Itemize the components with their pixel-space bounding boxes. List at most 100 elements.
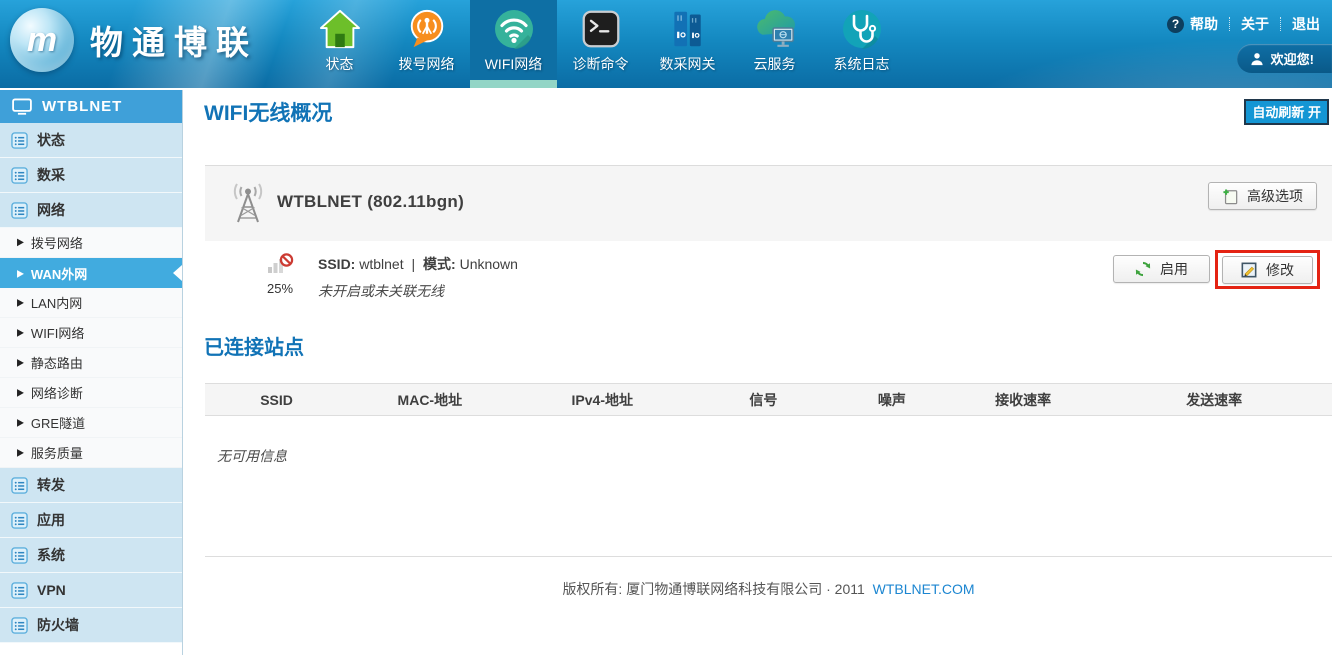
sidebar-item-label: LAN内网: [31, 293, 82, 312]
auto-refresh-toggle[interactable]: 自动刷新 开: [1244, 99, 1329, 125]
sidebar-item-network[interactable]: 网络: [0, 193, 182, 228]
column-header-ssid: SSID: [205, 392, 348, 408]
sidebar-item-label: WAN外网: [31, 264, 87, 283]
list-icon: [11, 132, 28, 149]
wifi-icon: [492, 5, 536, 52]
nav-tab-label: 云服务: [754, 54, 796, 74]
cloud-service-icon: [752, 5, 798, 52]
sidebar-item-lan[interactable]: ▶ LAN内网: [0, 288, 182, 318]
wifi-overview-panel: WTBLNET (802.11bgn) 高级选项: [205, 165, 1332, 241]
page-plus-icon: [1222, 188, 1238, 205]
stations-empty-message: 无可用信息: [217, 446, 287, 466]
sidebar-device-header: WTBLNET: [0, 90, 182, 123]
topbar-separator: [1280, 17, 1281, 31]
sidebar-item-label: 状态: [37, 130, 65, 150]
sidebar-item-label: 拨号网络: [31, 233, 83, 252]
user-icon: [1250, 52, 1264, 66]
caret-right-icon: ▶: [17, 386, 24, 398]
home-icon: [319, 5, 361, 52]
ssid-label: SSID:: [318, 256, 355, 272]
sidebar-item-forwarding[interactable]: 转发: [0, 468, 182, 503]
ssid-info-line: SSID: wtblnet | 模式: Unknown: [318, 254, 518, 274]
sidebar: WTBLNET 状态 数采 网络 ▶ 拨号网络 ▶ WAN外网 ▶ LAN内网 …: [0, 90, 183, 655]
list-icon: [11, 167, 28, 184]
main-nav: 状态 拨号网络 WIFI网络 诊断命令 数采网关: [296, 0, 905, 88]
wifi-radio-row: 25% SSID: wtblnet | 模式: Unknown 未开启或未关联无…: [205, 250, 1332, 310]
sidebar-item-wifi-network[interactable]: ▶ WIFI网络: [0, 318, 182, 348]
brand-name: 物通博联: [90, 16, 258, 64]
caret-right-icon: ▶: [17, 356, 24, 368]
brand-logo-icon: m: [10, 8, 74, 72]
advanced-options-button[interactable]: 高级选项: [1208, 182, 1317, 210]
brand-logo: m 物通博联: [10, 8, 258, 72]
caret-right-icon: ▶: [17, 296, 24, 308]
sidebar-item-label: 网络: [37, 200, 65, 220]
app-header: m 物通博联 状态 拨号网络 WIFI网络 诊断命令: [0, 0, 1332, 88]
sidebar-item-label: 网络诊断: [31, 383, 83, 402]
sidebar-item-status[interactable]: 状态: [0, 123, 182, 158]
nav-tab-cloud-service[interactable]: 云服务: [731, 0, 818, 88]
sidebar-item-label: 转发: [37, 475, 65, 495]
enable-button-label: 启用: [1160, 259, 1188, 279]
signal-percent: 25%: [257, 281, 303, 296]
monitor-icon: [12, 98, 32, 115]
modify-button-label: 修改: [1266, 260, 1294, 280]
caret-right-icon: ▶: [17, 326, 24, 338]
sidebar-item-wan[interactable]: ▶ WAN外网: [0, 258, 182, 288]
footer-link[interactable]: WTBLNET.COM: [873, 581, 975, 597]
sidebar-item-label: 静态路由: [31, 353, 83, 372]
sidebar-item-system[interactable]: 系统: [0, 538, 182, 573]
welcome-text: 欢迎您!: [1271, 49, 1314, 68]
wifi-network-title: WTBLNET (802.11bgn): [277, 192, 464, 212]
sidebar-item-qos[interactable]: ▶ 服务质量: [0, 438, 182, 468]
system-log-icon: [840, 5, 884, 52]
modify-button[interactable]: 修改: [1222, 256, 1313, 284]
sidebar-item-data-acquisition[interactable]: 数采: [0, 158, 182, 193]
sidebar-item-applications[interactable]: 应用: [0, 503, 182, 538]
nav-tab-status[interactable]: 状态: [296, 0, 383, 88]
welcome-badge: 欢迎您!: [1237, 44, 1332, 73]
topbar-separator: [1229, 17, 1230, 31]
nav-tab-wifi-network[interactable]: WIFI网络: [470, 0, 557, 88]
radio-status-text: 未开启或未关联无线: [318, 281, 518, 301]
sidebar-item-firewall[interactable]: 防火墙: [0, 608, 182, 643]
brand-logo-glyph: m: [27, 23, 57, 57]
signal-indicator: 25%: [257, 253, 303, 296]
sidebar-item-gre-tunnel[interactable]: ▶ GRE隧道: [0, 408, 182, 438]
about-link[interactable]: 关于: [1241, 14, 1269, 34]
main-content: WIFI无线概况 自动刷新 开 WTBLNET (802.11bgn) 高级选项…: [184, 90, 1332, 655]
nav-tab-data-gateway[interactable]: 数采网关: [644, 0, 731, 88]
column-header-rx-rate: 接收速率: [950, 390, 1097, 410]
column-header-ipv4: IPv4-地址: [512, 390, 693, 410]
sidebar-device-title: WTBLNET: [42, 98, 122, 115]
caret-right-icon: ▶: [17, 236, 24, 248]
copyright-text: 版权所有: 厦门物通博联网络科技有限公司 · 2011: [562, 581, 864, 597]
topbar-links: ? 帮助 关于 退出: [1167, 14, 1320, 34]
advanced-options-label: 高级选项: [1247, 186, 1303, 206]
ssid-value: wtblnet: [359, 256, 403, 272]
nav-tab-dial-network[interactable]: 拨号网络: [383, 0, 470, 88]
list-icon: [11, 477, 28, 494]
nav-tab-label: WIFI网络: [485, 54, 543, 74]
nav-tab-system-log[interactable]: 系统日志: [818, 0, 905, 88]
help-link[interactable]: ? 帮助: [1167, 14, 1218, 34]
sidebar-item-label: 服务质量: [31, 443, 83, 462]
nav-tab-label: 数采网关: [660, 54, 716, 74]
dial-network-icon: [406, 5, 448, 52]
nav-tab-label: 系统日志: [834, 54, 890, 74]
sidebar-item-network-diagnostics[interactable]: ▶ 网络诊断: [0, 378, 182, 408]
terminal-icon: [581, 5, 621, 52]
mode-label: 模式:: [423, 256, 456, 272]
help-icon: ?: [1167, 16, 1184, 33]
page-title: WIFI无线概况: [204, 97, 332, 127]
sidebar-item-label: VPN: [37, 582, 66, 598]
sidebar-item-vpn[interactable]: VPN: [0, 573, 182, 608]
sidebar-item-static-route[interactable]: ▶ 静态路由: [0, 348, 182, 378]
mode-value: Unknown: [460, 256, 518, 272]
sidebar-item-dial-network[interactable]: ▶ 拨号网络: [0, 228, 182, 258]
logout-link[interactable]: 退出: [1292, 14, 1320, 34]
enable-button[interactable]: 启用: [1113, 255, 1210, 283]
nav-tab-diagnostic-commands[interactable]: 诊断命令: [557, 0, 644, 88]
radio-info: SSID: wtblnet | 模式: Unknown 未开启或未关联无线: [318, 254, 518, 301]
sidebar-item-label: WIFI网络: [31, 323, 84, 342]
